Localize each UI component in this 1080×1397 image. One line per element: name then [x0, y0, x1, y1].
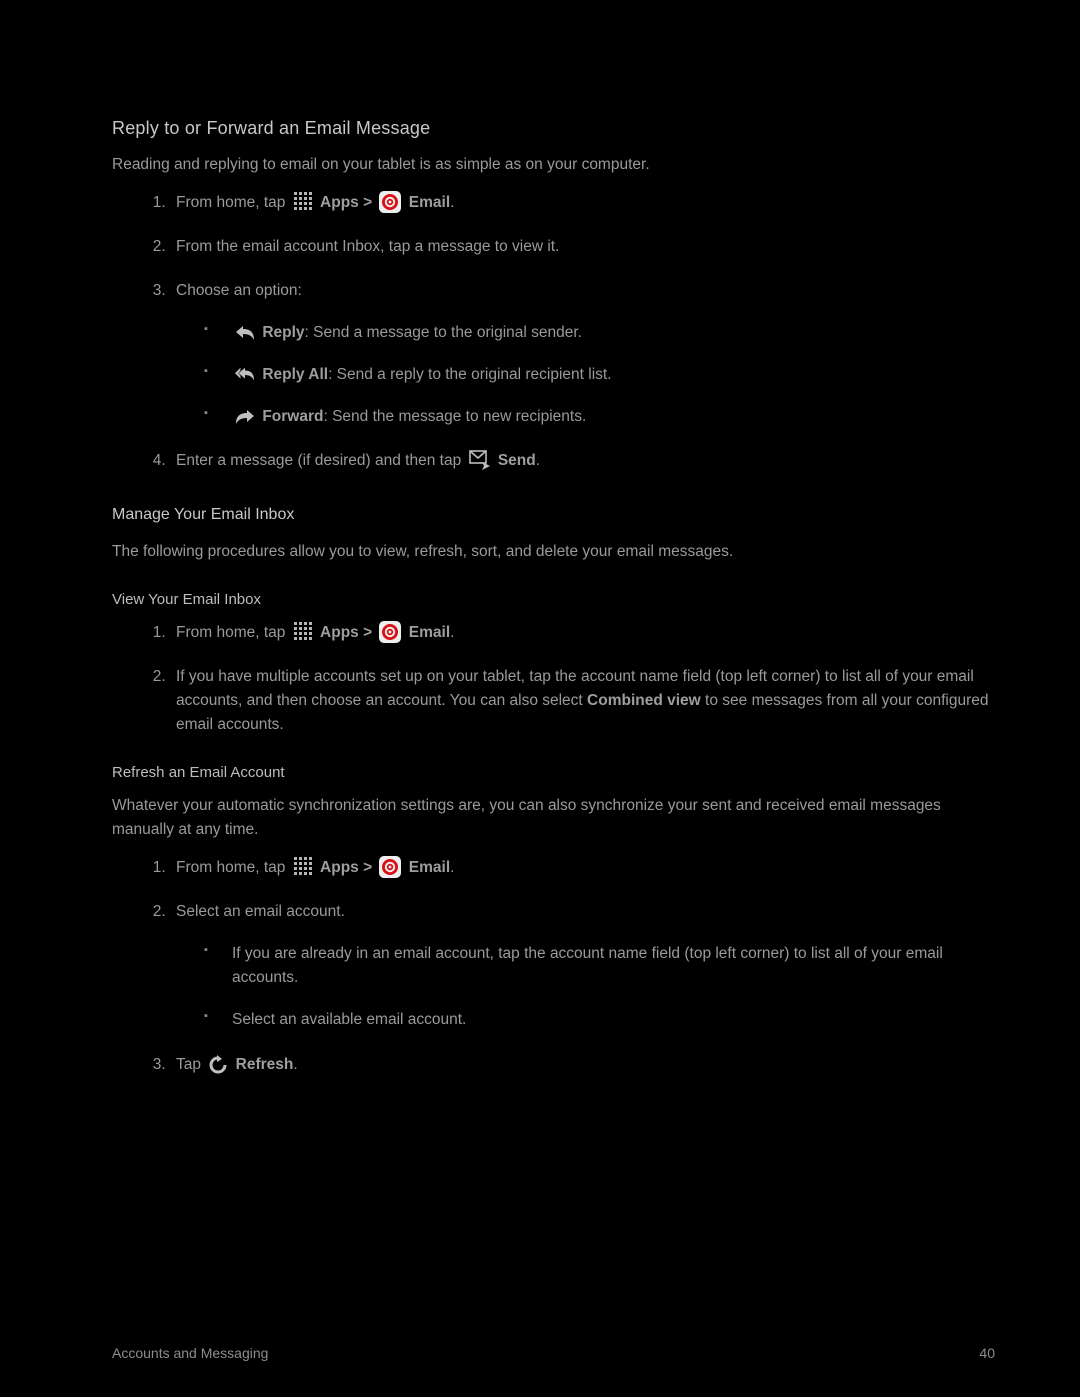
page-number: 40: [979, 1343, 995, 1365]
intro-text: Reading and replying to email on your ta…: [112, 153, 995, 177]
step-3c: Tap Refresh.: [170, 1053, 995, 1077]
step-1b: From home, tap Apps > Email.: [170, 621, 995, 645]
option-forward: Forward: Send the message to new recipie…: [204, 405, 995, 429]
forward-icon: [235, 407, 255, 425]
step-3: Choose an option: Reply: Send a message …: [170, 279, 995, 429]
apps-icon: [293, 621, 313, 641]
steps-list-3: From home, tap Apps > Email. Select an e…: [112, 856, 995, 1076]
heading-reply-forward: Reply to or Forward an Email Message: [112, 115, 995, 143]
reply-all-icon: [235, 365, 255, 383]
subheading-refresh: Refresh an Email Account: [112, 761, 995, 784]
reply-icon: [235, 323, 255, 341]
steps-list-2: From home, tap Apps > Email. If you have…: [112, 621, 995, 737]
step-1c: From home, tap Apps > Email.: [170, 856, 995, 880]
step-4: Enter a message (if desired) and then ta…: [170, 449, 995, 473]
step-2b: If you have multiple accounts set up on …: [170, 665, 995, 737]
steps-list-1: From home, tap Apps > Email. From the em…: [112, 191, 995, 473]
heading-manage-inbox: Manage Your Email Inbox: [112, 503, 995, 528]
options-list: Reply: Send a message to the original se…: [176, 321, 995, 429]
sub-item-1: If you are already in an email account, …: [204, 942, 995, 990]
subheading-view-inbox: View Your Email Inbox: [112, 588, 995, 611]
sub-list-3: If you are already in an email account, …: [176, 942, 995, 1032]
step-2: From the email account Inbox, tap a mess…: [170, 235, 995, 259]
step-1: From home, tap Apps > Email.: [170, 191, 995, 215]
option-reply-all: Reply All: Send a reply to the original …: [204, 363, 995, 387]
intro-text-2: The following procedures allow you to vi…: [112, 540, 995, 564]
page-footer: Accounts and Messaging 40: [112, 1343, 995, 1365]
email-icon: [379, 191, 401, 213]
document-page: Reply to or Forward an Email Message Rea…: [0, 0, 1080, 1397]
footer-section: Accounts and Messaging: [112, 1343, 268, 1365]
email-icon: [379, 621, 401, 643]
email-icon: [379, 856, 401, 878]
option-reply: Reply: Send a message to the original se…: [204, 321, 995, 345]
send-icon: [469, 450, 491, 470]
refresh-icon: [208, 1055, 228, 1073]
sub-item-2: Select an available email account.: [204, 1008, 995, 1032]
apps-icon: [293, 191, 313, 211]
step-2c: Select an email account. If you are alre…: [170, 900, 995, 1032]
apps-icon: [293, 856, 313, 876]
intro-text-3: Whatever your automatic synchronization …: [112, 794, 995, 842]
